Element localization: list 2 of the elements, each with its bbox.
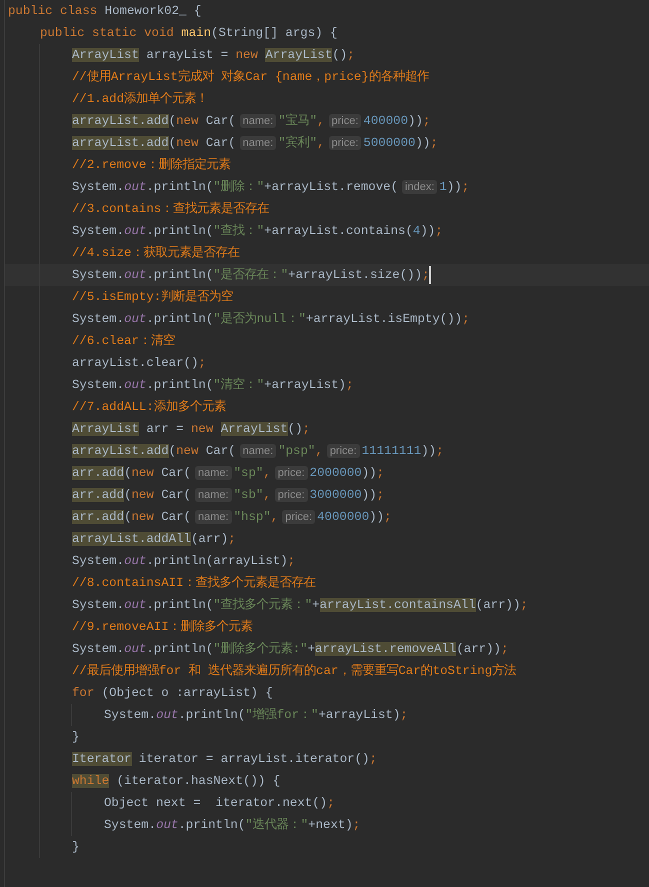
code-line: public class Homework02_ { <box>7 3 202 20</box>
code-line: public static void main(String[] args) { <box>39 25 338 42</box>
